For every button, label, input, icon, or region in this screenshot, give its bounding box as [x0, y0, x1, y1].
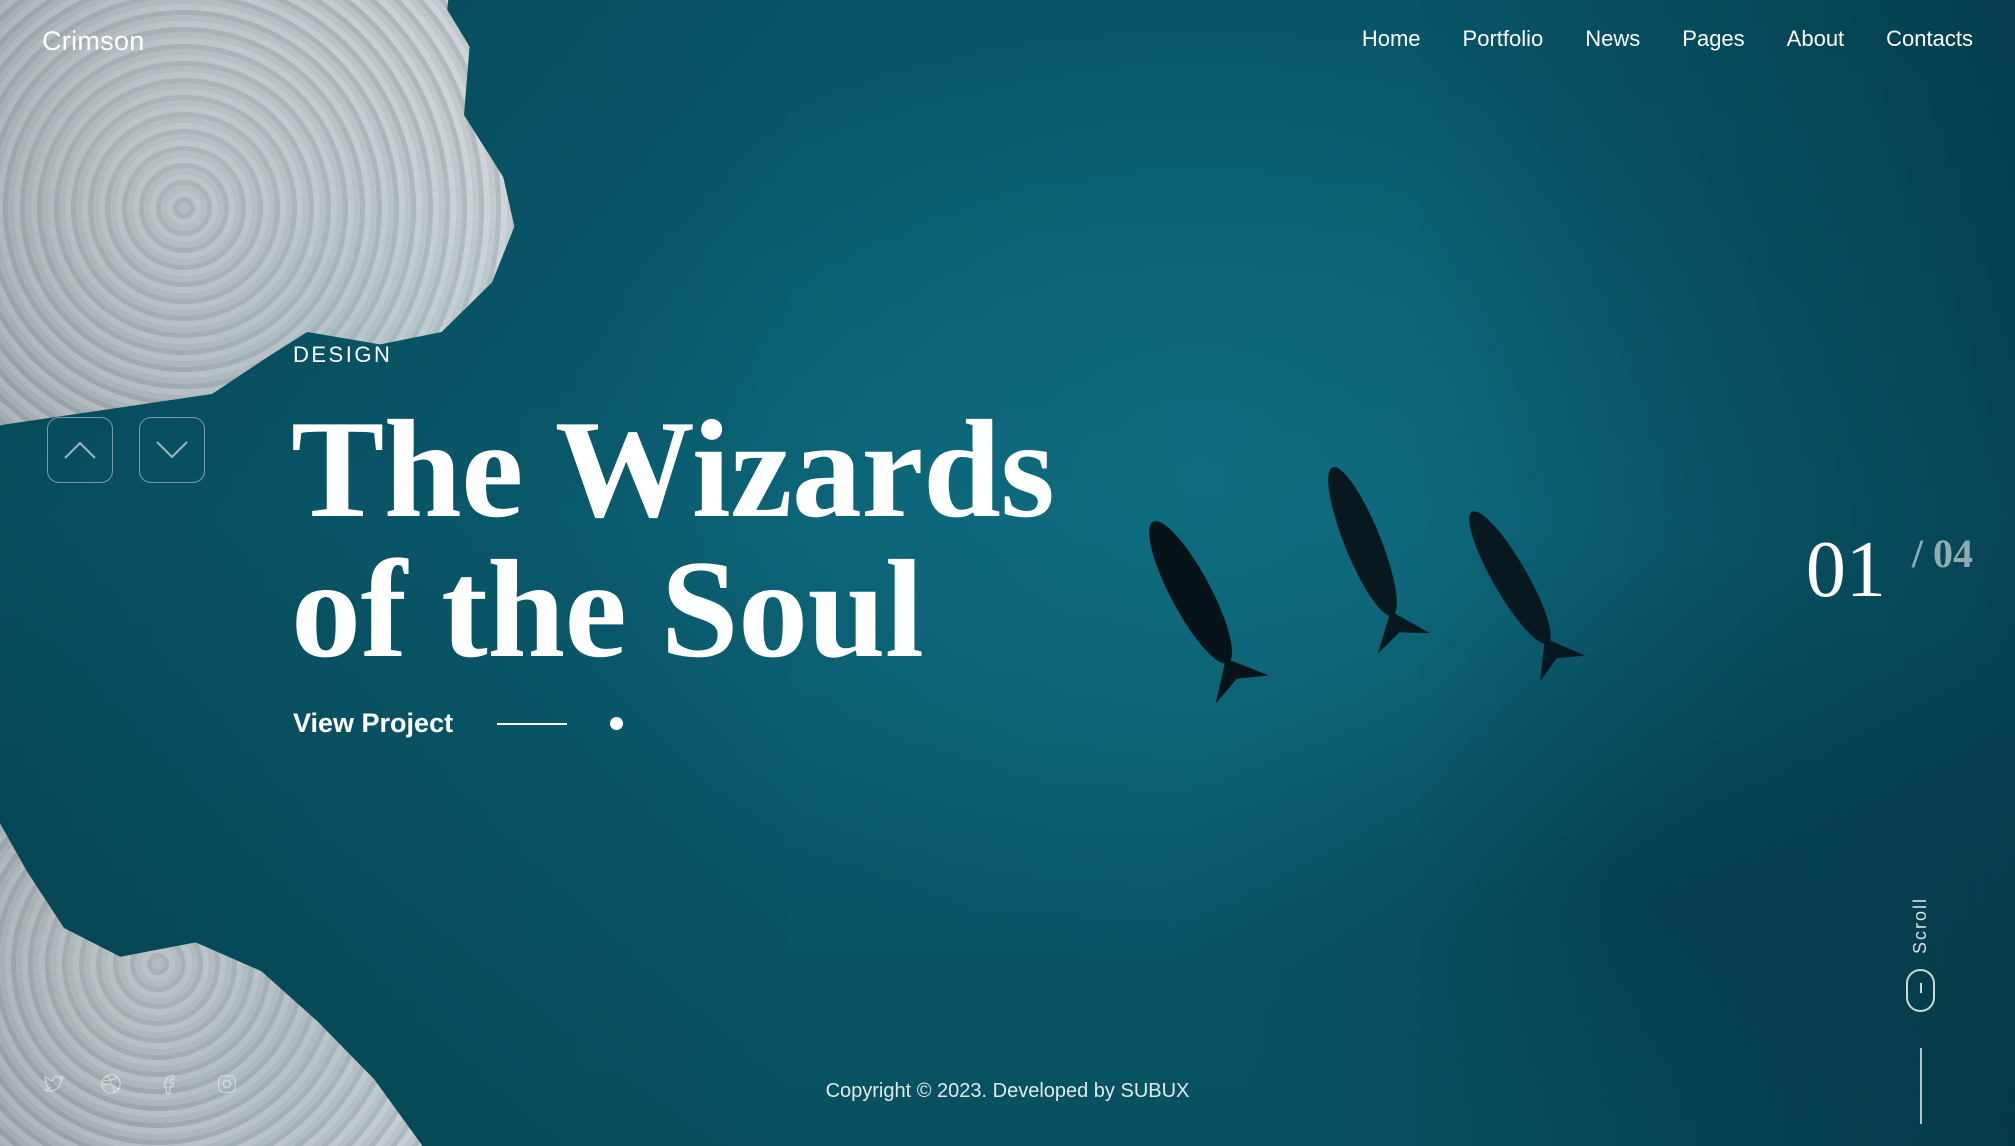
prev-slide-button[interactable]: [47, 417, 113, 483]
copyright-text: Copyright © 2023. Developed by SUBUX: [825, 1080, 1190, 1102]
nav-item-news[interactable]: News: [1585, 26, 1640, 52]
chevron-down-icon: [156, 441, 188, 459]
slide-counter: 01 / 04: [1806, 530, 1973, 610]
site-logo[interactable]: Crimson: [42, 26, 145, 57]
nav-item-pages[interactable]: Pages: [1682, 26, 1744, 52]
view-project-link[interactable]: View Project: [293, 708, 624, 739]
scroll-label-text: Scroll: [1909, 896, 1930, 954]
slide-current: 01: [1805, 526, 1886, 614]
slide-total: / 04: [1911, 531, 1973, 576]
nav-item-about[interactable]: About: [1787, 26, 1845, 52]
view-project-label: View Project: [293, 708, 454, 738]
nav-item-home[interactable]: Home: [1362, 26, 1421, 52]
next-slide-button[interactable]: [139, 417, 205, 483]
hero-title-line-2: of the Soul: [291, 532, 924, 687]
nav-item-contacts[interactable]: Contacts: [1886, 26, 1973, 52]
scroll-mouse-icon[interactable]: [1906, 969, 1935, 1012]
main-nav: Home Portfolio News Pages About Contacts: [1362, 26, 1973, 52]
project-category: DESIGN: [293, 342, 393, 367]
view-project-dot: [610, 717, 624, 730]
scroll-label: Scroll: [1907, 895, 1933, 955]
hero-title: The Wizards of the Soul: [291, 400, 1191, 680]
nav-item-portfolio[interactable]: Portfolio: [1463, 26, 1544, 52]
chevron-up-icon: [64, 441, 96, 459]
view-project-line: [497, 722, 568, 725]
hero-title-line-1: The Wizards: [291, 392, 1055, 547]
